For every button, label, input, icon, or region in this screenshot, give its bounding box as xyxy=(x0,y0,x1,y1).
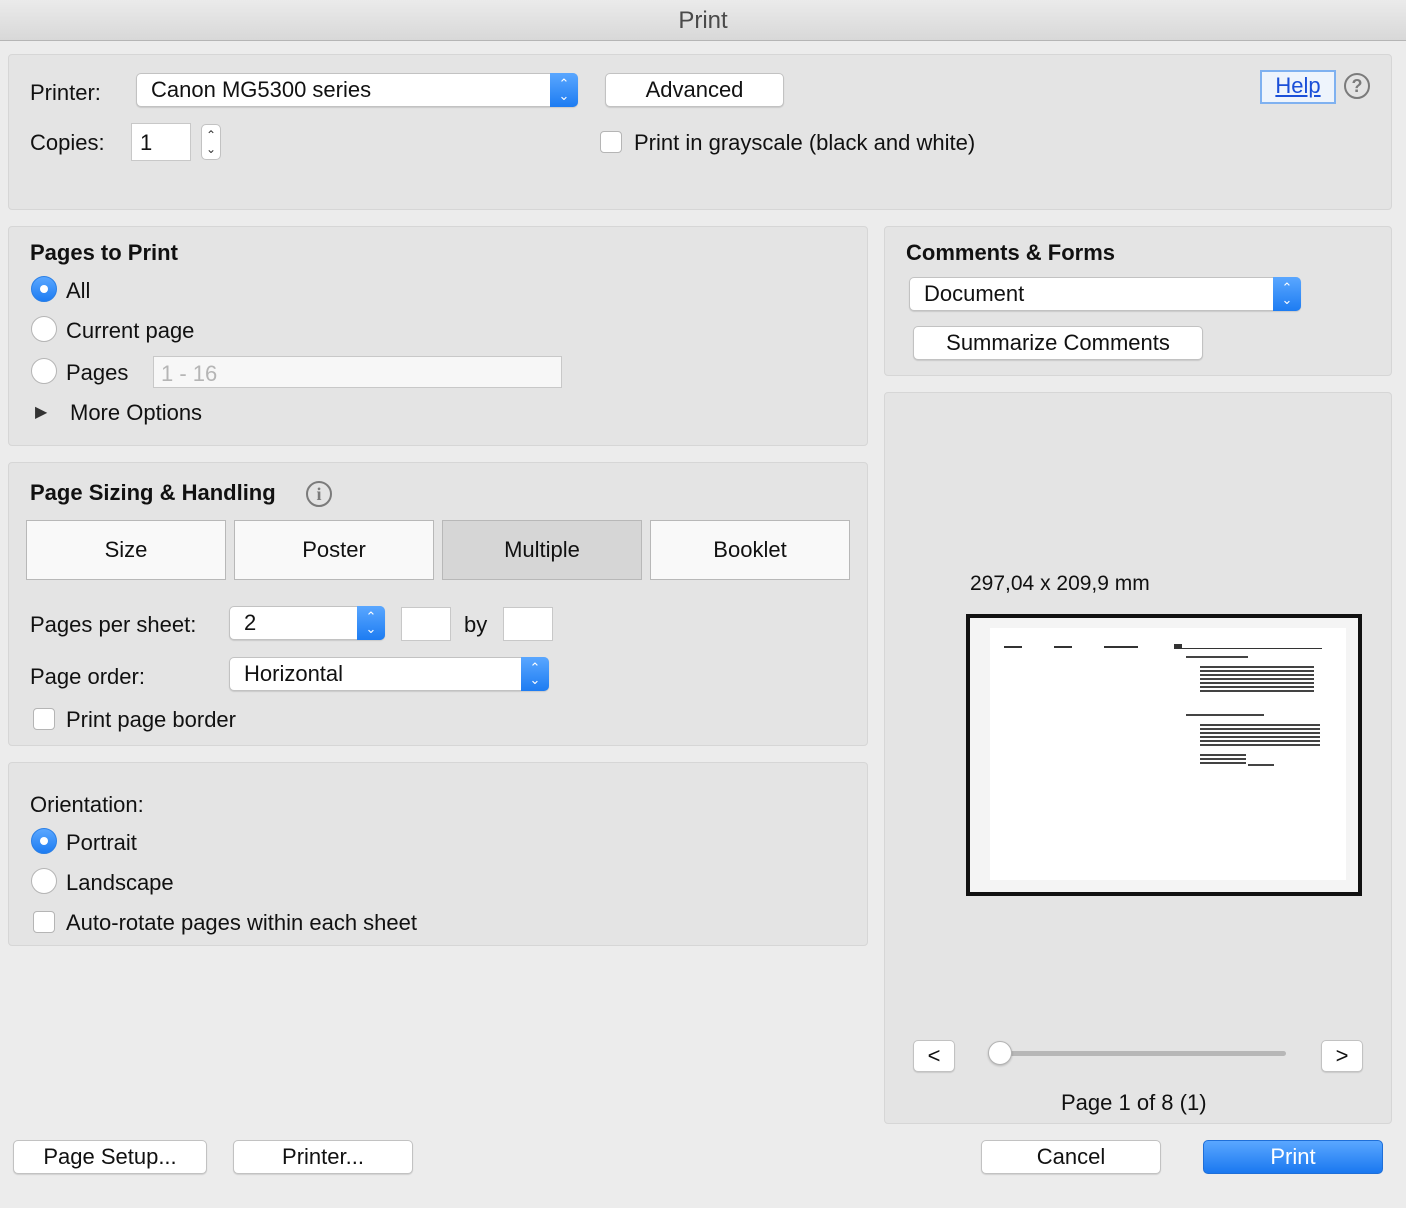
info-circle-icon[interactable]: i xyxy=(306,481,332,507)
chevron-updown-icon: ⌃ ⌄ xyxy=(550,73,578,107)
preview-page-sheet xyxy=(990,628,1346,880)
advanced-button[interactable]: Advanced xyxy=(605,73,784,107)
radio-landscape-label: Landscape xyxy=(66,870,174,895)
page-slider-knob[interactable] xyxy=(988,1041,1012,1065)
page-order-select[interactable]: Horizontal ⌃ ⌄ xyxy=(229,657,549,691)
radio-pages-label: Pages xyxy=(66,360,129,385)
printer-button[interactable]: Printer... xyxy=(233,1140,413,1174)
pages-per-sheet-value: 2 xyxy=(244,610,257,635)
tab-size[interactable]: Size xyxy=(26,520,226,580)
page-slider-track[interactable] xyxy=(1000,1051,1286,1056)
printer-label: Printer: xyxy=(30,80,101,105)
more-options-label[interactable]: More Options xyxy=(70,400,202,426)
chevron-updown-icon: ⌃ ⌄ xyxy=(1273,277,1301,311)
copies-label: Copies: xyxy=(30,130,105,155)
page-border-checkbox[interactable] xyxy=(33,708,55,730)
radio-portrait[interactable] xyxy=(31,828,57,854)
copies-stepper[interactable]: ⌃ ⌄ xyxy=(201,124,221,160)
autorotate-label: Auto-rotate pages within each sheet xyxy=(66,910,418,935)
summarize-comments-button[interactable]: Summarize Comments xyxy=(913,326,1203,360)
prev-page-button[interactable]: < xyxy=(913,1040,955,1072)
grayscale-label: Print in grayscale (black and white) xyxy=(634,130,976,155)
tab-multiple[interactable]: Multiple xyxy=(442,520,642,580)
radio-current-page-label: Current page xyxy=(66,318,195,343)
radio-all[interactable] xyxy=(31,276,57,302)
page-sizing-title: Page Sizing & Handling xyxy=(30,480,276,505)
cancel-button[interactable]: Cancel xyxy=(981,1140,1161,1174)
columns-input[interactable] xyxy=(401,607,451,641)
chevron-updown-icon: ⌃ ⌄ xyxy=(357,606,385,640)
comments-forms-value: Document xyxy=(924,281,1025,306)
page-setup-button[interactable]: Page Setup... xyxy=(13,1140,207,1174)
paper-dimensions: 297,04 x 209,9 mm xyxy=(970,572,1150,595)
next-page-button[interactable]: > xyxy=(1321,1040,1363,1072)
radio-pages[interactable] xyxy=(31,358,57,384)
page-preview xyxy=(966,614,1362,896)
question-circle-icon[interactable]: ? xyxy=(1344,73,1370,99)
comments-forms-title: Comments & Forms xyxy=(906,240,1116,265)
pages-per-sheet-select[interactable]: 2 ⌃ ⌄ xyxy=(229,606,385,640)
title-bar: Print xyxy=(0,0,1406,41)
autorotate-checkbox[interactable] xyxy=(33,911,55,933)
copies-field[interactable]: 1 xyxy=(131,123,191,161)
pages-per-sheet-label: Pages per sheet: xyxy=(30,612,197,637)
help-link-frame: Help xyxy=(1260,70,1336,104)
pages-range-input[interactable]: 1 - 16 xyxy=(153,356,562,388)
page-order-value: Horizontal xyxy=(244,661,344,686)
print-button[interactable]: Print xyxy=(1203,1140,1383,1174)
radio-all-label: All xyxy=(66,278,91,303)
pages-to-print-title: Pages to Print xyxy=(30,240,178,265)
tab-poster[interactable]: Poster xyxy=(234,520,434,580)
window-title: Print xyxy=(678,7,728,34)
pages-range-placeholder: 1 - 16 xyxy=(161,361,218,386)
radio-landscape[interactable] xyxy=(31,868,57,894)
page-order-label: Page order: xyxy=(30,664,145,689)
tab-booklet[interactable]: Booklet xyxy=(650,520,850,580)
orientation-title: Orientation: xyxy=(30,792,144,817)
chevron-updown-icon: ⌃ ⌄ xyxy=(521,657,549,691)
radio-portrait-label: Portrait xyxy=(66,830,137,855)
comments-forms-select[interactable]: Document ⌃ ⌄ xyxy=(909,277,1301,311)
grayscale-checkbox[interactable] xyxy=(600,131,622,153)
by-label: by xyxy=(464,612,488,637)
chevron-down-icon: ⌄ xyxy=(205,142,217,156)
rows-input[interactable] xyxy=(503,607,553,641)
chevron-up-icon: ⌃ xyxy=(205,128,217,142)
copies-value: 1 xyxy=(140,130,153,155)
triangle-right-icon[interactable]: ▶ xyxy=(35,402,47,422)
page-border-label: Print page border xyxy=(66,707,236,732)
radio-current-page[interactable] xyxy=(31,316,57,342)
printer-select[interactable]: Canon MG5300 series ⌃ ⌄ xyxy=(136,73,578,107)
printer-select-value: Canon MG5300 series xyxy=(151,77,372,102)
page-indicator: Page 1 of 8 (1) xyxy=(1061,1090,1207,1115)
help-link[interactable]: Help xyxy=(1262,72,1334,100)
